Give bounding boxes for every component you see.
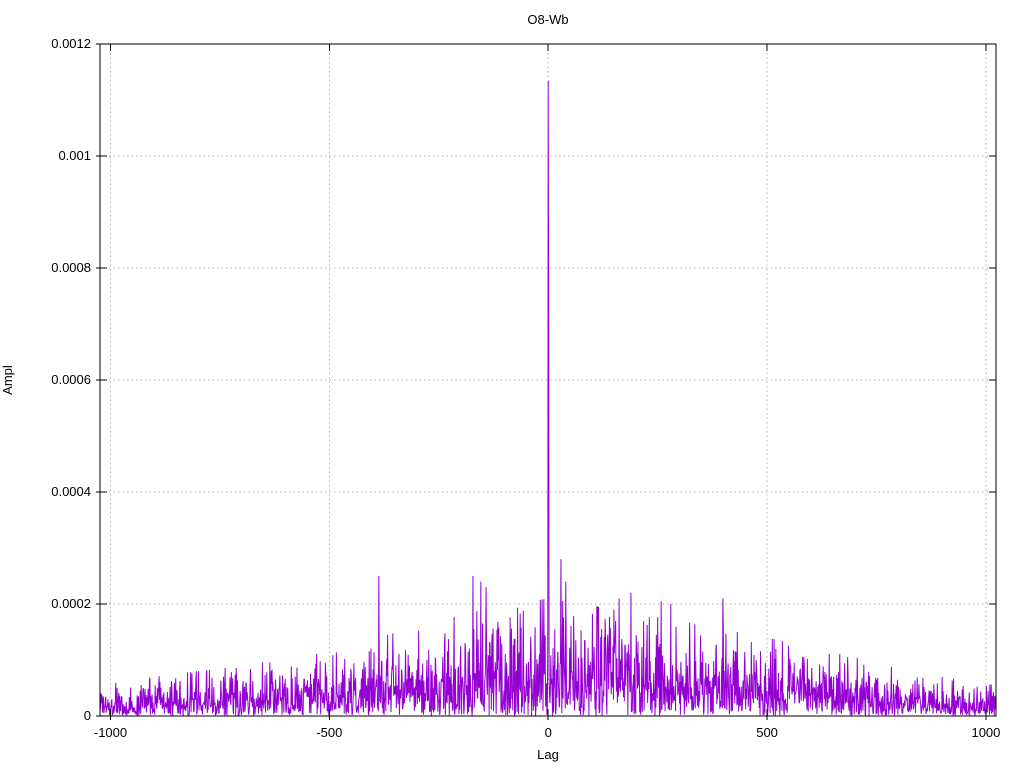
x-tick-label: -500: [316, 725, 342, 740]
correlation-series-path: [99, 80, 997, 717]
y-tick-label: 0.0006: [51, 372, 91, 387]
y-tick-label: 0.0004: [51, 484, 91, 499]
y-tick-label: 0.0008: [51, 260, 91, 275]
chart-canvas: O8-Wb Ampl Lag -1000 -500 0 500 1000 0 0.0002…: [0, 12, 1001, 762]
y-tick-labels: 0 0.0002 0.0004 0.0006 0.0008 0.001 0.0012: [51, 36, 91, 723]
y-axis-label: Ampl: [0, 365, 15, 395]
x-tick-label: 0: [545, 725, 552, 740]
x-tick-labels: -1000 -500 0 500 1000: [94, 725, 1001, 740]
x-tick-label: 500: [756, 725, 778, 740]
y-tick-label: 0.001: [58, 148, 91, 163]
y-tick-label: 0: [84, 708, 91, 723]
x-axis-label: Lag: [537, 747, 559, 762]
y-tick-label: 0.0002: [51, 596, 91, 611]
chart-title: O8-Wb: [527, 12, 568, 27]
x-tick-label: -1000: [94, 725, 127, 740]
correlation-chart: O8-Wb Ampl Lag -1000 -500 0 500 1000 0 0.0002…: [0, 0, 1024, 768]
data-series: [99, 80, 997, 717]
x-tick-label: 1000: [971, 725, 1000, 740]
axis-ticks: [96, 43, 996, 720]
y-tick-label: 0.0012: [51, 36, 91, 51]
